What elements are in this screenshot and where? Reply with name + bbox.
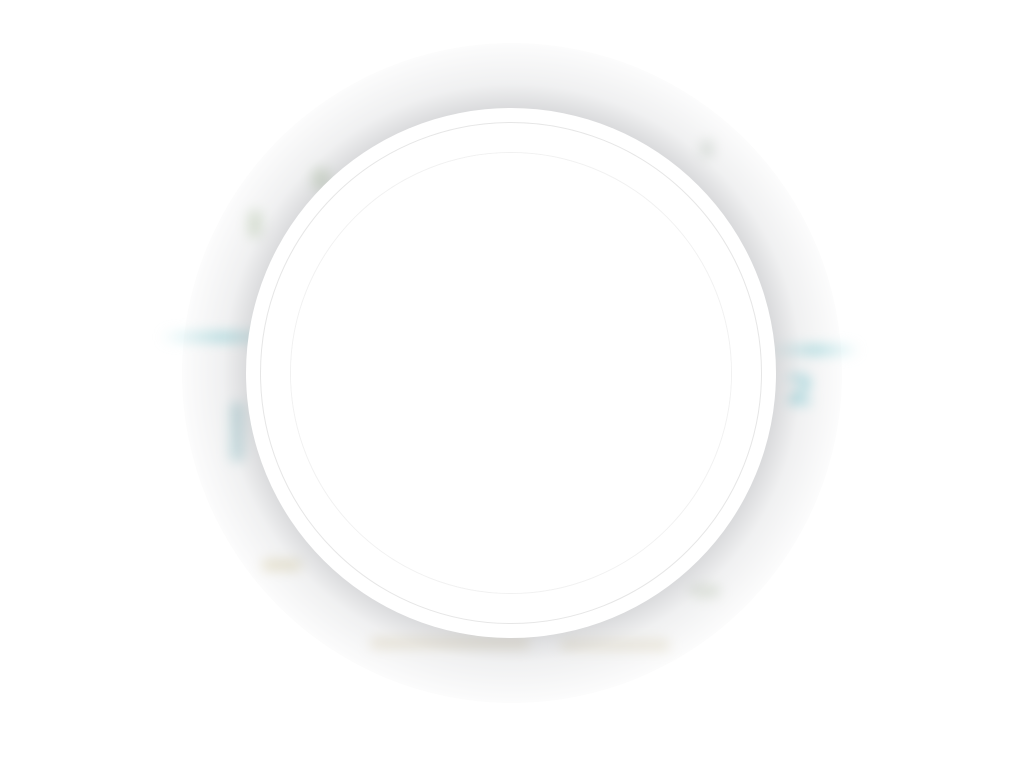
disc-face xyxy=(291,153,731,593)
overlay-stage: 2 xyxy=(0,0,1024,768)
circular-disc-button[interactable] xyxy=(246,108,776,638)
